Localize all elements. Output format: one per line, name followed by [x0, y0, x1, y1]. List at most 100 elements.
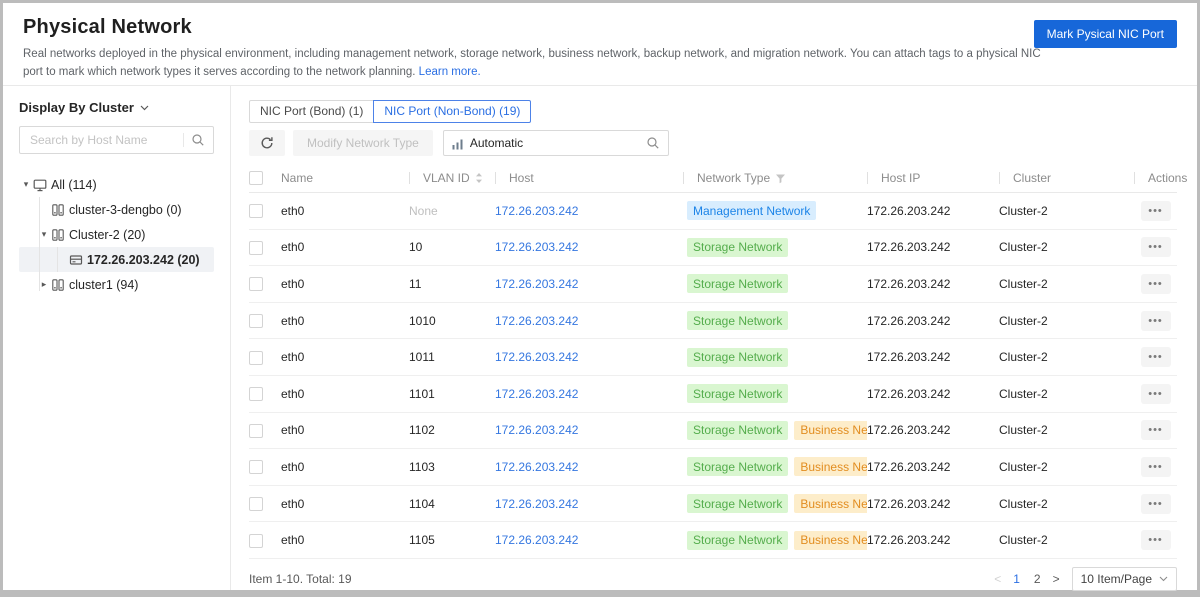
- row-checkbox[interactable]: [249, 387, 263, 401]
- select-all-checkbox[interactable]: [249, 171, 263, 185]
- prev-page-button[interactable]: <: [994, 572, 1001, 586]
- row-actions-button[interactable]: •••: [1141, 237, 1171, 257]
- cluster-cell: Cluster-2: [999, 240, 1134, 254]
- host-ip-cell: 172.26.203.242: [867, 204, 999, 218]
- nic-name-cell: eth0: [275, 314, 409, 328]
- row-actions-button[interactable]: •••: [1141, 494, 1171, 514]
- actions-cell: •••: [1134, 237, 1177, 257]
- sort-icon[interactable]: [475, 172, 483, 184]
- row-actions-button[interactable]: •••: [1141, 274, 1171, 294]
- display-by-cluster-dropdown[interactable]: Display By Cluster: [19, 100, 214, 115]
- row-checkbox[interactable]: [249, 534, 263, 548]
- page-size-select[interactable]: 10 Item/Page: [1072, 567, 1177, 591]
- tree-node-icon: [33, 178, 51, 192]
- row-checkbox[interactable]: [249, 204, 263, 218]
- filter-icon[interactable]: [775, 173, 786, 184]
- vlan-id-cell: 11: [409, 277, 495, 291]
- row-checkbox[interactable]: [249, 241, 263, 255]
- vlan-id-cell: 1102: [409, 423, 495, 437]
- host-link[interactable]: 172.26.203.242: [495, 497, 578, 511]
- host-search-box[interactable]: [19, 126, 214, 154]
- column-header-cluster[interactable]: Cluster: [999, 171, 1134, 185]
- page-header: Physical Network Real networks deployed …: [3, 3, 1197, 86]
- row-checkbox[interactable]: [249, 277, 263, 291]
- row-checkbox-cell: [249, 460, 275, 475]
- host-link[interactable]: 172.26.203.242: [495, 533, 578, 547]
- tree-node-icon: [69, 253, 87, 267]
- tree-node-icon: [51, 278, 69, 292]
- host-link[interactable]: 172.26.203.242: [495, 423, 578, 437]
- mark-physical-nic-port-button[interactable]: Mark Pysical NIC Port: [1034, 20, 1177, 48]
- page-button-2[interactable]: 2: [1034, 572, 1041, 586]
- row-actions-button[interactable]: •••: [1141, 347, 1171, 367]
- column-header-name[interactable]: Name: [275, 171, 409, 185]
- nic-name-cell: eth0: [275, 460, 409, 474]
- host-link[interactable]: 172.26.203.242: [495, 240, 578, 254]
- host-search-input[interactable]: [28, 132, 179, 148]
- nic-name-cell: eth0: [275, 240, 409, 254]
- column-header-vlan-id[interactable]: VLAN ID: [409, 171, 495, 185]
- host-link[interactable]: 172.26.203.242: [495, 350, 578, 364]
- host-link[interactable]: 172.26.203.242: [495, 314, 578, 328]
- tab-nic-port-bond[interactable]: NIC Port (Bond) (1): [249, 100, 374, 123]
- network-type-tag: Storage Network: [687, 531, 788, 550]
- tree-item-label: cluster1 (94): [69, 278, 138, 292]
- tree-item[interactable]: 172.26.203.242 (20): [19, 247, 214, 272]
- tab-nic-port-non-bond[interactable]: NIC Port (Non-Bond) (19): [373, 100, 531, 123]
- tree-expander-icon[interactable]: ▾: [19, 179, 33, 190]
- row-checkbox[interactable]: [249, 497, 263, 511]
- column-header-host[interactable]: Host: [495, 171, 683, 185]
- row-checkbox[interactable]: [249, 460, 263, 474]
- row-actions-button[interactable]: •••: [1141, 384, 1171, 404]
- tree-item[interactable]: ▾ Cluster-2 (20): [19, 222, 214, 247]
- column-header-host-ip[interactable]: Host IP: [867, 171, 999, 185]
- network-type-tag: Storage Network: [687, 457, 788, 476]
- actions-cell: •••: [1134, 530, 1177, 550]
- tree-item[interactable]: ▸ cluster1 (94): [19, 272, 214, 297]
- network-type-cell: Storage NetworkBusiness Network: [683, 421, 867, 440]
- table-footer: Item 1-10. Total: 19 < 12 > 10 Item/Page: [249, 565, 1177, 594]
- page-button-1[interactable]: 1: [1013, 572, 1020, 586]
- network-type-tag: Business Network: [794, 457, 867, 476]
- tree-item-label: Cluster-2 (20): [69, 228, 145, 242]
- host-link[interactable]: 172.26.203.242: [495, 277, 578, 291]
- host-cell: 172.26.203.242: [495, 277, 683, 291]
- row-actions-button[interactable]: •••: [1141, 201, 1171, 221]
- modify-network-type-button[interactable]: Modify Network Type: [293, 130, 433, 156]
- vlan-id-cell: 1010: [409, 314, 495, 328]
- learn-more-link[interactable]: Learn more.: [419, 66, 481, 78]
- tree-item[interactable]: cluster-3-dengbo (0): [19, 197, 214, 222]
- host-link[interactable]: 172.26.203.242: [495, 204, 578, 218]
- row-checkbox[interactable]: [249, 424, 263, 438]
- row-actions-button[interactable]: •••: [1141, 530, 1171, 550]
- tree-guide-line: [39, 197, 40, 291]
- row-actions-button[interactable]: •••: [1141, 311, 1171, 331]
- host-link[interactable]: 172.26.203.242: [495, 460, 578, 474]
- table-row: eth0 1010 172.26.203.242 Storage Network…: [249, 303, 1177, 340]
- column-header-network-type[interactable]: Network Type: [683, 171, 867, 185]
- refresh-button[interactable]: [249, 130, 285, 156]
- table-row: eth0 1105 172.26.203.242 Storage Network…: [249, 522, 1177, 559]
- actions-cell: •••: [1134, 384, 1177, 404]
- actions-cell: •••: [1134, 347, 1177, 367]
- row-checkbox[interactable]: [249, 314, 263, 328]
- next-page-button[interactable]: >: [1053, 572, 1060, 586]
- row-checkbox-cell: [249, 533, 275, 548]
- row-actions-button[interactable]: •••: [1141, 457, 1171, 477]
- search-icon: [646, 136, 660, 150]
- network-type-tag: Storage Network: [687, 384, 788, 403]
- network-type-tag: Business Network: [794, 494, 867, 513]
- row-checkbox-cell: [249, 240, 275, 255]
- sidebar: Display By Cluster ▾ All (114) cluster-3…: [3, 86, 231, 590]
- cluster-cell: Cluster-2: [999, 350, 1134, 364]
- main-panel: NIC Port (Bond) (1)NIC Port (Non-Bond) (…: [231, 86, 1197, 590]
- page-description: Real networks deployed in the physical e…: [23, 45, 1048, 82]
- table-search-box[interactable]: Automatic: [443, 130, 669, 156]
- tree-item[interactable]: ▾ All (114): [19, 172, 214, 197]
- host-link[interactable]: 172.26.203.242: [495, 387, 578, 401]
- page-description-text: Real networks deployed in the physical e…: [23, 48, 1041, 78]
- row-checkbox[interactable]: [249, 351, 263, 365]
- network-type-cell: Storage Network: [683, 238, 867, 257]
- row-actions-button[interactable]: •••: [1141, 420, 1171, 440]
- cluster-cell: Cluster-2: [999, 277, 1134, 291]
